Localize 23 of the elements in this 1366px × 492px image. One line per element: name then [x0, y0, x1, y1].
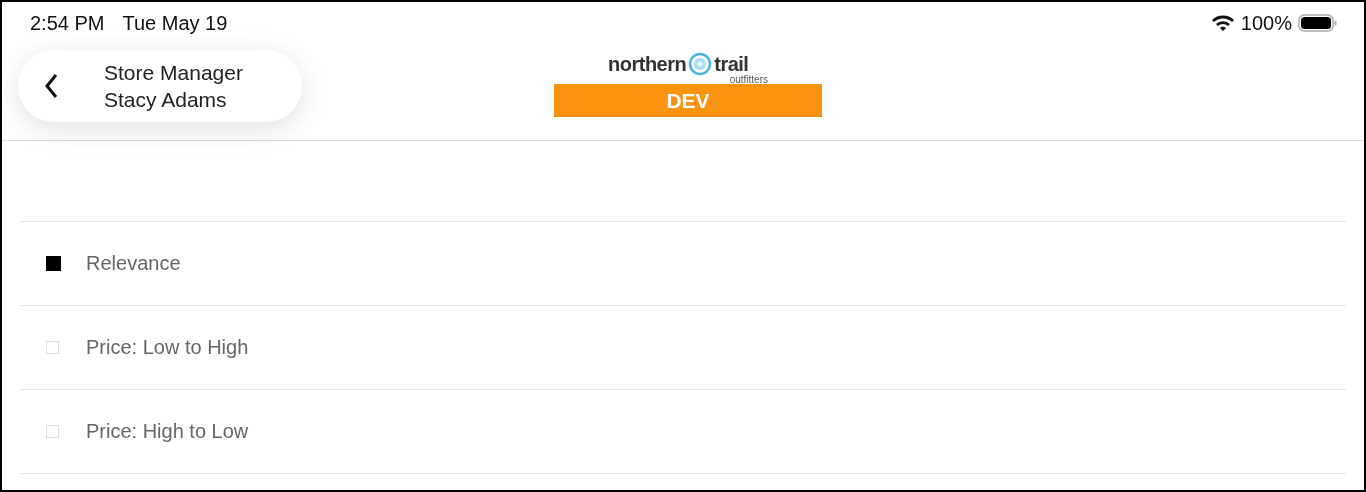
checkbox[interactable] [46, 256, 61, 271]
back-subtitle: Stacy Adams [104, 88, 227, 111]
wifi-icon [1210, 14, 1235, 32]
logo-text: trail [714, 52, 749, 75]
status-date: Tue May 19 [122, 11, 228, 35]
back-button[interactable]: Store Manager Stacy Adams [18, 50, 302, 122]
globe-icon [688, 52, 713, 76]
sort-option-label: Relevance [86, 252, 181, 275]
status-time: 2:54 PM [30, 11, 105, 35]
battery-icon [1298, 13, 1338, 33]
environment-banner: DEV [554, 84, 822, 117]
battery-percent: 100% [1240, 11, 1292, 35]
logo-tagline: outfitters [729, 74, 768, 85]
sort-option[interactable]: Relevance [20, 222, 1346, 306]
sort-option[interactable]: Price: High to Low [20, 390, 1346, 474]
sort-option-label: Price: High to Low [86, 420, 249, 443]
chevron-left-icon [44, 72, 58, 100]
logo-text: northern [608, 52, 687, 76]
checkbox[interactable] [46, 425, 59, 438]
back-title: Store Manager [104, 61, 243, 84]
sort-option[interactable]: Price: Low to High [20, 306, 1346, 390]
checkbox[interactable] [46, 341, 59, 354]
sort-option-label: Price: Low to High [86, 336, 249, 359]
